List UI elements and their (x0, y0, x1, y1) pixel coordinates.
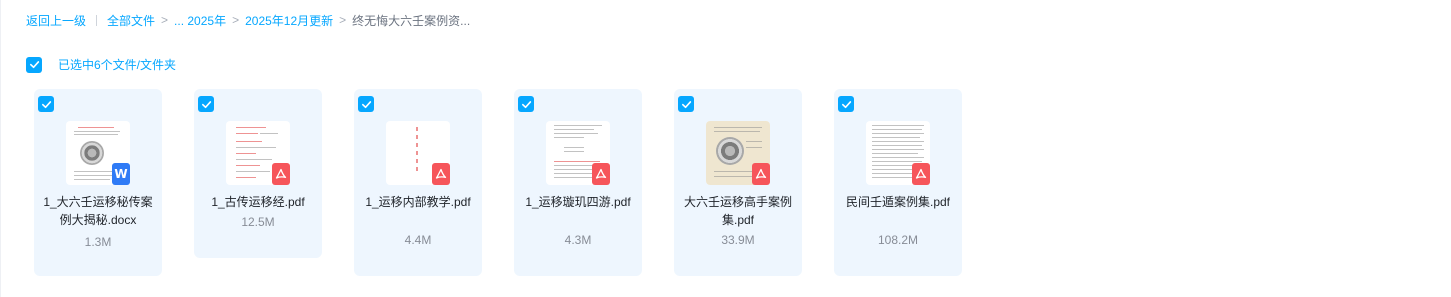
file-grid: W 1_大六壬运移秘传案例大揭秘.docx 1.3M 1_古传运移经.pdf 1… (34, 89, 962, 276)
pdf-file-icon (432, 163, 450, 185)
pdf-file-icon (272, 163, 290, 185)
breadcrumb-separator-icon: > (161, 13, 169, 27)
check-icon (29, 61, 39, 69)
file-card[interactable]: W 1_大六壬运移秘传案例大揭秘.docx 1.3M (34, 89, 162, 276)
file-checkbox[interactable] (838, 96, 854, 112)
breadcrumb-item-2025-12[interactable]: 2025年12月更新 (245, 12, 333, 29)
file-checkbox[interactable] (678, 96, 694, 112)
pdf-file-icon (912, 163, 930, 185)
breadcrumb-separator-icon: > (232, 13, 240, 27)
back-link[interactable]: 返回上一级 (26, 12, 86, 29)
check-icon (361, 100, 371, 108)
file-name: 民间壬遁案例集.pdf (845, 195, 951, 209)
selection-count-text: 已选中6个文件/文件夹 (58, 58, 177, 72)
breadcrumb: 返回上一级 全部文件 > ... 2025年 > 2025年12月更新 > 终无… (26, 12, 470, 28)
breadcrumb-item-all-files[interactable]: 全部文件 (107, 12, 155, 29)
check-icon (521, 100, 531, 108)
selection-bar: 已选中6个文件/文件夹 (26, 56, 176, 73)
file-card[interactable]: 大六壬运移高手案例集.pdf 33.9M (674, 89, 802, 276)
select-all-checkbox[interactable] (26, 56, 42, 73)
breadcrumb-current-folder: 终无悔大六壬案例资... (352, 13, 471, 28)
check-icon (41, 100, 51, 108)
check-icon (841, 100, 851, 108)
file-card[interactable]: 1_运移璇玑四游.pdf 4.3M (514, 89, 642, 276)
file-size: 108.2M (877, 233, 919, 247)
left-border (0, 0, 1, 297)
file-size: 4.4M (404, 233, 432, 247)
file-card[interactable]: 1_古传运移经.pdf 12.5M (194, 89, 322, 258)
file-size: 4.3M (564, 233, 592, 247)
breadcrumb-item-2025[interactable]: ... 2025年 (174, 12, 226, 29)
file-name: 1_运移璇玑四游.pdf (525, 195, 631, 209)
file-card[interactable]: 1_运移内部教学.pdf 4.4M (354, 89, 482, 276)
file-checkbox[interactable] (518, 96, 534, 112)
file-checkbox[interactable] (198, 96, 214, 112)
file-size: 33.9M (721, 233, 755, 247)
file-checkbox[interactable] (358, 96, 374, 112)
file-name: 大六壬运移高手案例集.pdf (683, 195, 792, 227)
pdf-file-icon (752, 163, 770, 185)
word-file-icon: W (112, 163, 130, 185)
check-icon (201, 100, 211, 108)
file-name: 1_大六壬运移秘传案例大揭秘.docx (43, 195, 153, 227)
check-icon (681, 100, 691, 108)
pdf-file-icon (592, 163, 610, 185)
file-name: 1_运移内部教学.pdf (365, 195, 471, 209)
breadcrumb-separator-icon: > (339, 13, 347, 27)
file-name: 1_古传运移经.pdf (211, 195, 305, 209)
file-size: 1.3M (84, 235, 112, 249)
file-card[interactable]: 民间壬遁案例集.pdf 108.2M (834, 89, 962, 276)
file-checkbox[interactable] (38, 96, 54, 112)
file-size: 12.5M (241, 215, 275, 229)
breadcrumb-divider (96, 14, 98, 26)
